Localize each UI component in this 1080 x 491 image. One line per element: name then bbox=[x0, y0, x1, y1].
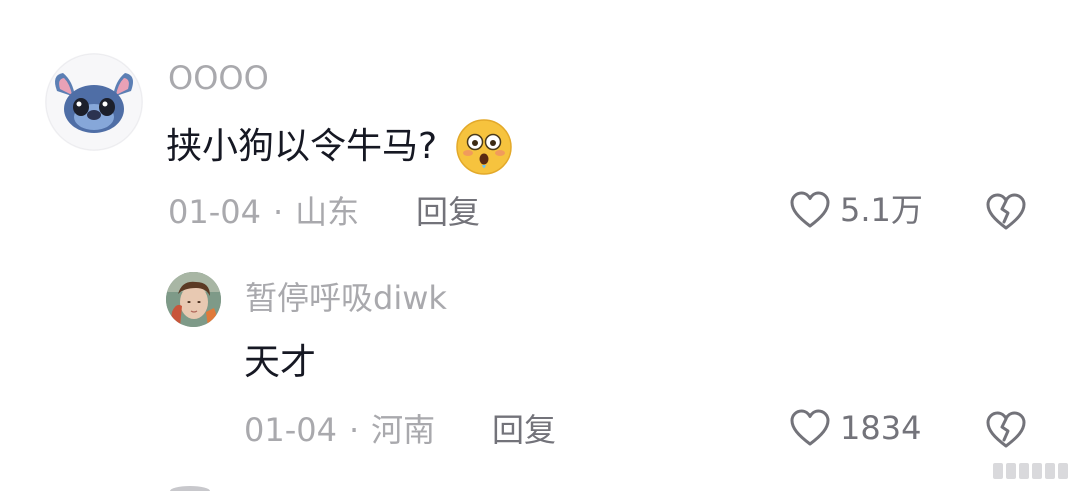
comment-text: 天才 bbox=[244, 340, 316, 386]
portrait-avatar-icon bbox=[166, 272, 221, 327]
like-count: 5.1万 bbox=[840, 191, 923, 229]
watermark bbox=[993, 463, 1068, 479]
stitch-avatar-icon bbox=[45, 53, 143, 151]
broken-heart-icon bbox=[986, 411, 1026, 448]
meta-separator: · bbox=[348, 411, 360, 449]
comment-location: 山东 bbox=[295, 193, 360, 231]
comment-section: OOOO 挟小狗以令牛马? 01-04 · 山东 回复 5.1万 暂停呼吸diw… bbox=[0, 0, 1080, 491]
reply-button[interactable]: 回复 bbox=[416, 192, 480, 232]
avatar[interactable] bbox=[45, 53, 143, 151]
comment-location: 河南 bbox=[371, 411, 436, 449]
comment-text: 挟小狗以令牛马? bbox=[166, 118, 513, 176]
comment-meta: 01-04 · 河南 bbox=[244, 410, 435, 450]
like-button[interactable]: 5.1万 bbox=[788, 190, 923, 230]
flushed-face-emoji-icon bbox=[455, 118, 513, 176]
comment-text-body: 天才 bbox=[244, 342, 317, 383]
comment-meta: 01-04 · 山东 bbox=[168, 192, 359, 232]
comment-date: 01-04 bbox=[244, 411, 337, 449]
broken-heart-icon bbox=[986, 193, 1026, 230]
like-button[interactable]: 1834 bbox=[788, 408, 921, 448]
reply-button[interactable]: 回复 bbox=[492, 410, 556, 450]
meta-separator: · bbox=[272, 193, 284, 231]
avatar[interactable] bbox=[166, 272, 221, 327]
dislike-button[interactable] bbox=[984, 192, 1028, 236]
comment-username[interactable]: OOOO bbox=[168, 58, 269, 98]
like-count: 1834 bbox=[840, 409, 922, 447]
comment-text-body: 挟小狗以令牛马? bbox=[166, 126, 438, 167]
dislike-button[interactable] bbox=[984, 410, 1028, 454]
heart-outline-icon bbox=[790, 409, 830, 446]
comment-date: 01-04 bbox=[168, 193, 261, 231]
comment-username[interactable]: 暂停呼吸diwk bbox=[245, 278, 447, 318]
heart-outline-icon bbox=[790, 191, 830, 228]
avatar[interactable] bbox=[170, 486, 210, 491]
